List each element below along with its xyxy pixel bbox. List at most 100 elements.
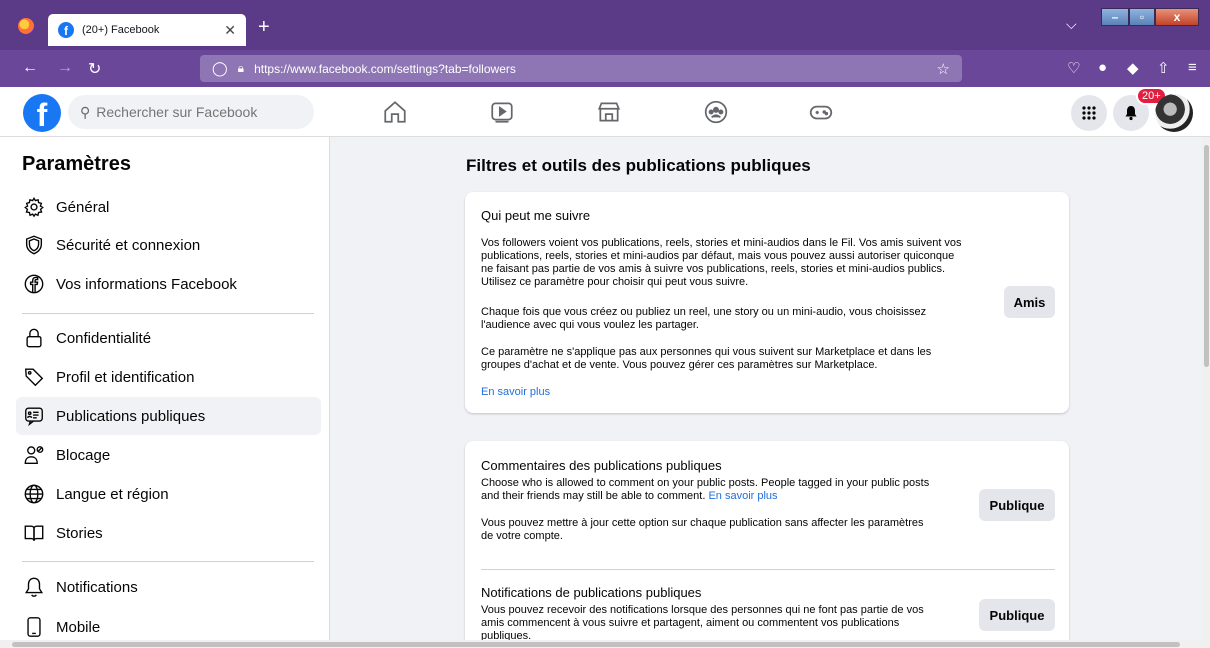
facebook-header: f ⚲ 20+ bbox=[0, 87, 1210, 137]
url-bar[interactable]: ◯ 🔒︎ https://www.facebook.com/settings?t… bbox=[200, 55, 962, 82]
search-box[interactable]: ⚲ bbox=[68, 95, 314, 129]
home-icon[interactable] bbox=[380, 97, 410, 127]
book-icon bbox=[22, 521, 46, 545]
marketplace-icon[interactable] bbox=[594, 97, 624, 127]
close-tab-icon[interactable]: ✕ bbox=[224, 22, 236, 39]
reload-icon[interactable]: ↻ bbox=[88, 59, 101, 79]
text-line: Vous pouvez recevoir des notifications l… bbox=[481, 604, 924, 616]
search-icon: ⚲ bbox=[80, 103, 91, 120]
notifications-title: Notifications de publications publiques bbox=[481, 585, 702, 600]
pocket-icon[interactable]: ♡ bbox=[1067, 59, 1080, 77]
text-line: and their friends may still be able to c… bbox=[481, 490, 981, 503]
video-icon[interactable] bbox=[487, 97, 517, 127]
comments-note: Vous pouvez mettre à jour cette option s… bbox=[481, 517, 981, 543]
sidebar-item-your-information[interactable]: Vos informations Facebook bbox=[16, 265, 321, 303]
bookmark-star-icon[interactable]: ☆ bbox=[937, 60, 950, 78]
followers-card: Qui peut me suivre Vos followers voient … bbox=[465, 192, 1069, 413]
firefox-icon[interactable] bbox=[18, 18, 34, 34]
sidebar-item-label: Sécurité et connexion bbox=[56, 236, 201, 254]
sidebar-item-label: Publications publiques bbox=[56, 407, 206, 425]
text-line: publications, reels, stories et mini-aud… bbox=[481, 250, 955, 262]
url-text[interactable]: https://www.facebook.com/settings?tab=fo… bbox=[254, 62, 936, 76]
window-controls: – ▫ x bbox=[1101, 8, 1199, 26]
sidebar-item-profile-tagging[interactable]: Profil et identification bbox=[16, 358, 321, 396]
followers-audience-note: Chaque fois que vous créez ou publiez un… bbox=[481, 306, 1001, 332]
comments-title: Commentaires des publications publiques bbox=[481, 458, 722, 473]
menu-icon[interactable]: ≡ bbox=[1188, 59, 1197, 76]
chevron-down-icon[interactable]: ⌵ bbox=[1066, 16, 1077, 33]
sidebar-item-label: Général bbox=[56, 198, 110, 216]
avatar[interactable] bbox=[1155, 94, 1193, 132]
text-line: amis commencent à vous suivre et partage… bbox=[481, 617, 900, 629]
sidebar-item-security[interactable]: Sécurité et connexion bbox=[16, 226, 321, 264]
settings-sidebar: Paramètres Général Sécurité et connexion… bbox=[0, 137, 330, 648]
followers-description: Vos followers voient vos publications, r… bbox=[481, 237, 1001, 289]
sidebar-title: Paramètres bbox=[22, 153, 131, 175]
groups-icon[interactable] bbox=[701, 97, 731, 127]
text-line: Utilisez ce paramètre pour choisir qui p… bbox=[481, 276, 749, 288]
sidebar-item-label: Vos informations Facebook bbox=[56, 275, 237, 293]
menu-grid-icon[interactable] bbox=[1071, 95, 1107, 131]
shield-icon bbox=[22, 233, 46, 257]
text-line: groupes d'achat et de vente. Vous pouvez… bbox=[481, 359, 878, 371]
text-line: Choose who is allowed to comment on your… bbox=[481, 477, 930, 489]
search-input[interactable] bbox=[96, 104, 297, 120]
forward-icon[interactable]: → bbox=[57, 59, 73, 77]
sidebar-item-label: Blocage bbox=[56, 446, 111, 464]
text-line: l'audience avec qui vous voulez les part… bbox=[481, 319, 699, 331]
followers-title: Qui peut me suivre bbox=[481, 208, 591, 223]
extension-icon[interactable]: ● bbox=[1098, 59, 1107, 76]
public-posts-icon bbox=[22, 404, 46, 428]
notifications-audience-button[interactable]: Publique bbox=[979, 599, 1055, 631]
back-icon[interactable]: ← bbox=[22, 59, 38, 77]
close-window-icon[interactable]: x bbox=[1155, 8, 1199, 26]
sidebar-item-blocking[interactable]: Blocage bbox=[16, 436, 321, 474]
bell-icon bbox=[22, 575, 46, 599]
minimize-icon[interactable]: – bbox=[1101, 8, 1129, 26]
sidebar-item-general[interactable]: Général bbox=[16, 188, 321, 226]
sidebar-item-notifications[interactable]: Notifications bbox=[16, 568, 321, 606]
sidebar-item-label: Langue et région bbox=[56, 485, 169, 503]
comments-description: Choose who is allowed to comment on your… bbox=[481, 477, 981, 503]
facebook-favicon-icon: f bbox=[58, 22, 74, 38]
vertical-scrollbar-thumb[interactable] bbox=[1204, 145, 1209, 367]
followers-marketplace-note: Ce paramètre ne s'applique pas aux perso… bbox=[481, 346, 1001, 372]
notifications-description: Vous pouvez recevoir des notifications l… bbox=[481, 604, 981, 643]
tab-title: (20+) Facebook bbox=[82, 24, 160, 36]
lock-icon bbox=[22, 326, 46, 350]
mobile-icon bbox=[22, 615, 46, 639]
browser-navbar: ← → ↻ ◯ 🔒︎ https://www.facebook.com/sett… bbox=[0, 50, 1210, 87]
tag-icon bbox=[22, 365, 46, 389]
page-title: Filtres et outils des publications publi… bbox=[466, 156, 811, 175]
sidebar-item-privacy[interactable]: Confidentialité bbox=[16, 319, 321, 357]
text-line: Ce paramètre ne s'applique pas aux perso… bbox=[481, 346, 932, 358]
text-line: de votre compte. bbox=[481, 530, 563, 542]
sidebar-item-public-posts[interactable]: Publications publiques bbox=[16, 397, 321, 435]
card-divider bbox=[481, 569, 1055, 570]
facebook-logo[interactable]: f bbox=[23, 94, 61, 132]
text-line: Chaque fois que vous créez ou publiez un… bbox=[481, 306, 927, 318]
sidebar-divider bbox=[22, 313, 314, 314]
gear-icon bbox=[22, 195, 46, 219]
followers-audience-button[interactable]: Amis bbox=[1004, 286, 1055, 318]
browser-tab-bar: f (20+) Facebook ✕ + ⌵ – ▫ x bbox=[0, 0, 1210, 50]
sidebar-item-label: Profil et identification bbox=[56, 368, 195, 386]
browser-tab[interactable]: f (20+) Facebook ✕ bbox=[48, 14, 246, 46]
sidebar-item-label: Mobile bbox=[56, 618, 101, 636]
maximize-icon[interactable]: ▫ bbox=[1129, 8, 1155, 26]
lock-icon[interactable]: 🔒︎ bbox=[238, 61, 244, 76]
sidebar-item-label: Notifications bbox=[56, 578, 138, 596]
sidebar-item-stories[interactable]: Stories bbox=[16, 514, 321, 552]
learn-more-link[interactable]: En savoir plus bbox=[481, 386, 550, 398]
share-icon[interactable]: ⇧ bbox=[1157, 59, 1170, 77]
text-fragment: and their friends may still be able to c… bbox=[481, 490, 706, 502]
sidebar-item-language-region[interactable]: Langue et région bbox=[16, 475, 321, 513]
gaming-icon[interactable] bbox=[806, 97, 836, 127]
learn-more-link[interactable]: En savoir plus bbox=[708, 490, 777, 502]
horizontal-scrollbar-thumb[interactable] bbox=[12, 642, 1180, 647]
extension-icon[interactable]: ◆ bbox=[1127, 59, 1139, 77]
new-tab-icon[interactable]: + bbox=[258, 16, 270, 38]
tracking-shield-icon[interactable]: ◯ bbox=[212, 60, 228, 77]
sidebar-item-label: Confidentialité bbox=[56, 329, 152, 347]
comments-audience-button[interactable]: Publique bbox=[979, 489, 1055, 521]
